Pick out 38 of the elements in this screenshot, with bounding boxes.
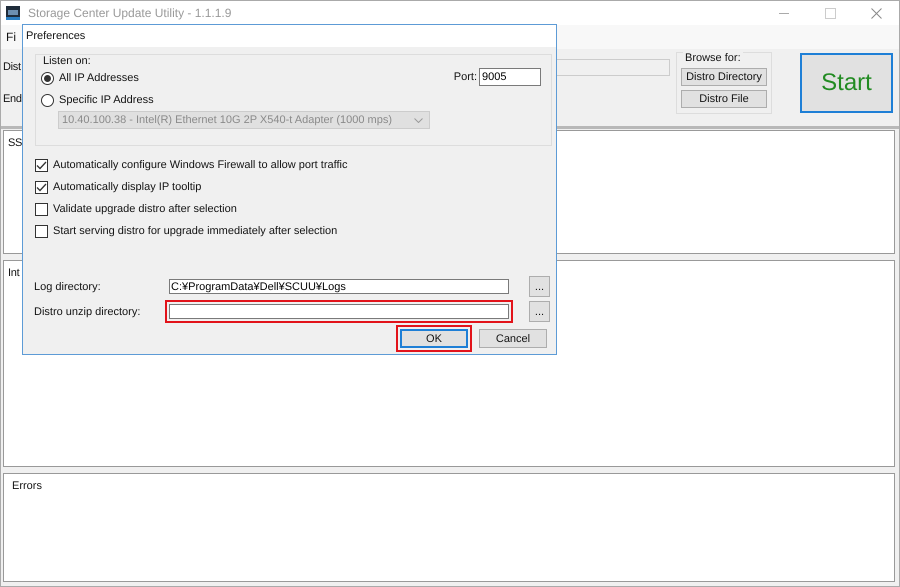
path-label: Distro unzip directory:	[34, 306, 142, 318]
cancel-button[interactable]: Cancel	[479, 329, 547, 348]
checkbox[interactable]	[35, 202, 48, 216]
adapter-dropdown: 10.40.100.38 - Intel(R) Ethernet 10G 2P X540-t Adapter (1000 mps)	[58, 111, 430, 129]
checkbox-label: Automatically display IP tooltip	[53, 181, 202, 193]
field-label: End	[3, 93, 23, 105]
app-icon	[6, 6, 20, 20]
checkbox-label: Start serving distro for upgrade immediately after selection	[53, 225, 338, 237]
ok-button[interactable]: OK	[400, 329, 468, 348]
option-label: Specific IP Address	[59, 94, 154, 106]
browse-button[interactable]: ...	[529, 301, 550, 322]
close-icon	[870, 8, 882, 18]
browse-button[interactable]: Distro Directory	[681, 68, 767, 86]
menu-item[interactable]: Fi	[6, 30, 16, 44]
option-label: All IP Addresses	[59, 72, 139, 84]
checkbox-label: Automatically configure Windows Firewall to allow port traffic	[53, 159, 348, 171]
path-field[interactable]: C:¥ProgramData¥Dell¥SCUU¥Logs	[169, 279, 509, 294]
browse-button[interactable]: ...	[529, 276, 550, 297]
panel-title: Int	[8, 267, 20, 279]
port-field[interactable]: 9005	[479, 68, 541, 86]
window-title: Storage Center Update Utility - 1.1.1.9	[28, 6, 232, 20]
panel-title: SS	[8, 137, 22, 149]
path-label: Log directory:	[34, 280, 102, 292]
panel-title: Errors	[12, 480, 42, 492]
radio-button[interactable]	[41, 94, 54, 106]
group-title: Listen on:	[41, 55, 93, 67]
path-field[interactable]	[169, 304, 509, 319]
group-title: Browse for:	[683, 52, 743, 64]
checkbox[interactable]	[35, 158, 48, 172]
browse-button[interactable]: Distro File	[681, 90, 767, 108]
checkbox[interactable]	[35, 224, 48, 238]
checkbox-label: Validate upgrade distro after selection	[53, 203, 237, 215]
field-label: Dist	[3, 61, 22, 73]
checkbox[interactable]	[35, 180, 48, 194]
radio-button[interactable]	[41, 72, 54, 84]
dialog-title: Preferences	[26, 30, 86, 42]
caret-icon	[414, 118, 423, 122]
port-label: Port:	[454, 71, 477, 83]
